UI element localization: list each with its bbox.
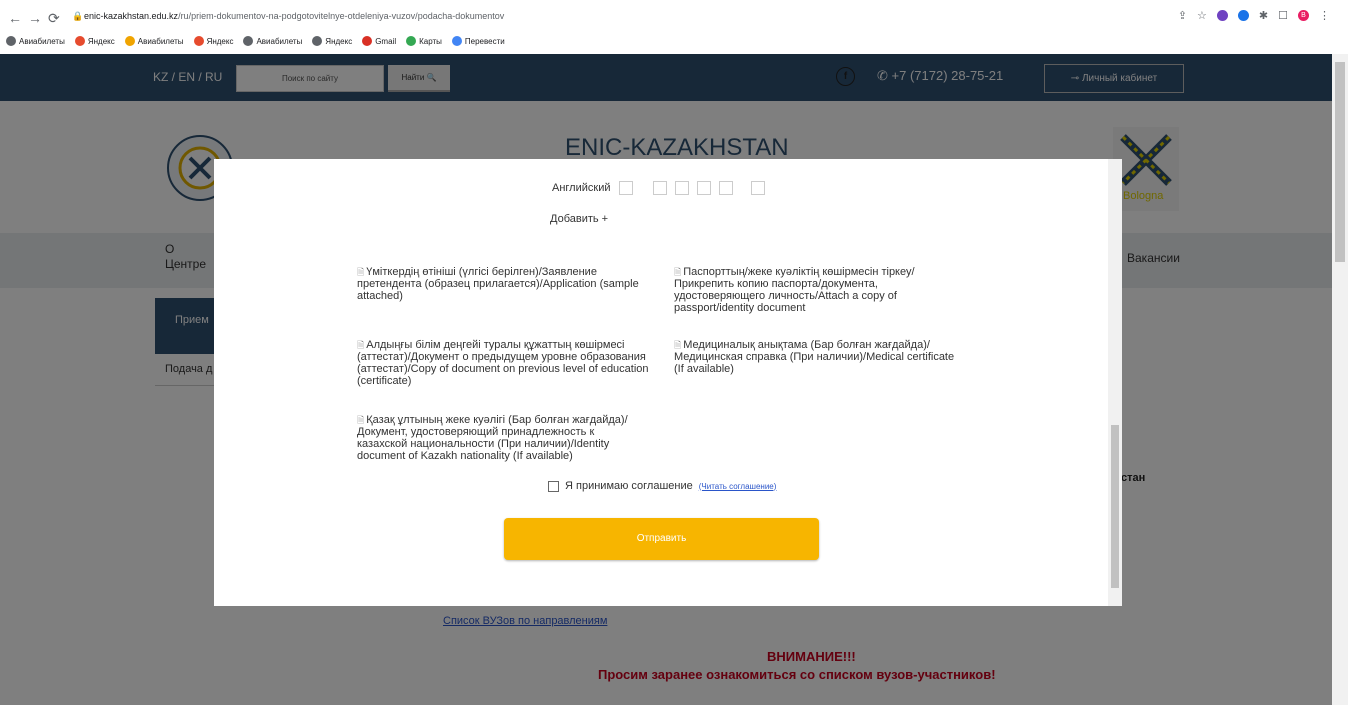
- level-checkbox[interactable]: [618, 181, 633, 195]
- file-icon: 🗎: [357, 267, 365, 277]
- bookmark-label: Gmail: [375, 36, 397, 46]
- submit-button[interactable]: Отправить: [504, 518, 819, 560]
- doc-upload-passport[interactable]: 🗎 Паспорттың/жеке куәліктің көшірмесін ті…: [674, 266, 964, 314]
- doc-label: Алдыңғы білім деңгейі туралы құжаттың кө…: [357, 339, 649, 387]
- bookmark-label: Авиабилеты: [19, 36, 65, 46]
- yandex-icon: [193, 36, 204, 46]
- bookmark-label: Карты: [419, 36, 442, 46]
- bookmark-label: Яндекс: [206, 36, 234, 46]
- bookmark-label: Яндекс: [325, 36, 353, 46]
- level-checkbox[interactable]: [696, 181, 711, 195]
- url-host: enic-kazakhstan.edu.kz: [84, 11, 179, 21]
- globe-icon: [6, 36, 16, 46]
- maps-icon: [406, 36, 417, 46]
- reload-icon[interactable]: ⟳: [48, 10, 60, 27]
- document-submission-modal: Английский Добавить + 🗎 Үміткердің өтініш…: [214, 159, 1122, 606]
- level-checkbox[interactable]: [674, 181, 689, 195]
- bookmark-item[interactable]: Перевести: [451, 36, 505, 46]
- doc-label: Паспорттың/жеке куәліктің көшірмесін тір…: [674, 266, 915, 314]
- plane-icon: [124, 36, 135, 46]
- agreement-checkbox[interactable]: [548, 480, 559, 492]
- yandex-icon: [74, 36, 85, 46]
- modal-scrollbar-thumb[interactable]: [1111, 425, 1119, 588]
- doc-label: Қазақ ұлтының жеке куәлігі (Бар болған ж…: [357, 414, 628, 462]
- language-level-row: Английский: [552, 181, 765, 195]
- file-icon: 🗎: [357, 415, 365, 425]
- globe-icon: [312, 36, 323, 46]
- file-icon: 🗎: [674, 267, 682, 277]
- read-agreement-link[interactable]: (Читать соглашение): [699, 482, 777, 491]
- level-checkbox[interactable]: [750, 181, 765, 195]
- doc-upload-application[interactable]: 🗎 Үміткердің өтініші (үлгісі берілген)/За…: [357, 266, 642, 302]
- bookmark-item[interactable]: Карты: [406, 36, 442, 46]
- address-bar[interactable]: enic-kazakhstan.edu.kz/ru/priem-dokument…: [84, 11, 504, 21]
- extension-icon[interactable]: [1216, 10, 1228, 21]
- doc-upload-medical[interactable]: 🗎 Медициналық анықтама (Бар болған жағдай…: [674, 339, 959, 375]
- back-icon[interactable]: ←: [8, 10, 22, 26]
- file-icon: 🗎: [674, 340, 682, 350]
- language-label: Английский: [552, 182, 611, 194]
- menu-dots-icon[interactable]: ⋮: [1319, 9, 1330, 22]
- window-icon[interactable]: ☐: [1278, 9, 1288, 22]
- bookmark-item[interactable]: Gmail: [362, 36, 396, 46]
- bookmark-label: Авиабилеты: [256, 36, 303, 46]
- doc-upload-nationality[interactable]: 🗎 Қазақ ұлтының жеке куәлігі (Бар болған …: [357, 414, 647, 462]
- bookmark-label: Перевести: [464, 36, 505, 46]
- globe-icon: [243, 36, 254, 46]
- bookmark-item[interactable]: Авиабилеты: [243, 36, 302, 46]
- file-icon: 🗎: [357, 340, 365, 350]
- page-scrollbar-thumb[interactable]: [1335, 62, 1345, 262]
- extension-icons: ⇪ ☆ ✱ ☐ B ⋮: [1178, 9, 1330, 22]
- gmail-icon: [362, 36, 373, 46]
- bookmarks-bar: Авиабилеты Яндекс Авиабилеты Яндекс Авиабиле…: [6, 36, 505, 46]
- bookmark-item[interactable]: Авиабилеты: [6, 36, 65, 46]
- share-icon[interactable]: ⇪: [1178, 9, 1187, 22]
- doc-label: Медициналық анықтама (Бар болған жағдайд…: [674, 339, 955, 375]
- url-path: /ru/priem-dokumentov-na-podgotovitelnye-…: [178, 11, 505, 21]
- star-icon[interactable]: ☆: [1197, 9, 1207, 22]
- lock-icon[interactable]: 🔒: [72, 11, 83, 22]
- agreement-row: Я принимаю соглашение (Читать соглашение…: [548, 480, 776, 492]
- bookmark-item[interactable]: Авиабилеты: [124, 36, 184, 46]
- bookmark-item[interactable]: Яндекс: [312, 36, 352, 46]
- translate-icon: [451, 36, 462, 46]
- bookmark-label: Авиабилеты: [137, 36, 184, 46]
- doc-label: Үміткердің өтініші (үлгісі берілген)/Зая…: [357, 266, 639, 302]
- bookmark-item[interactable]: Яндекс: [193, 36, 234, 46]
- forward-icon[interactable]: →: [28, 10, 42, 26]
- browser-chrome: ← → ⟳ 🔒 enic-kazakhstan.edu.kz/ru/priem-…: [0, 0, 1348, 55]
- extension-icon[interactable]: [1237, 10, 1249, 21]
- puzzle-icon[interactable]: ✱: [1259, 9, 1268, 22]
- agreement-label: Я принимаю соглашение: [565, 480, 693, 492]
- doc-upload-certificate[interactable]: 🗎 Алдыңғы білім деңгейі туралы құжаттың к…: [357, 339, 657, 387]
- add-language-button[interactable]: Добавить +: [550, 213, 608, 225]
- bookmark-item[interactable]: Яндекс: [74, 36, 115, 46]
- bookmark-label: Яндекс: [87, 36, 115, 46]
- profile-avatar[interactable]: B: [1298, 10, 1309, 21]
- level-checkbox[interactable]: [652, 181, 667, 195]
- level-checkbox[interactable]: [718, 181, 733, 195]
